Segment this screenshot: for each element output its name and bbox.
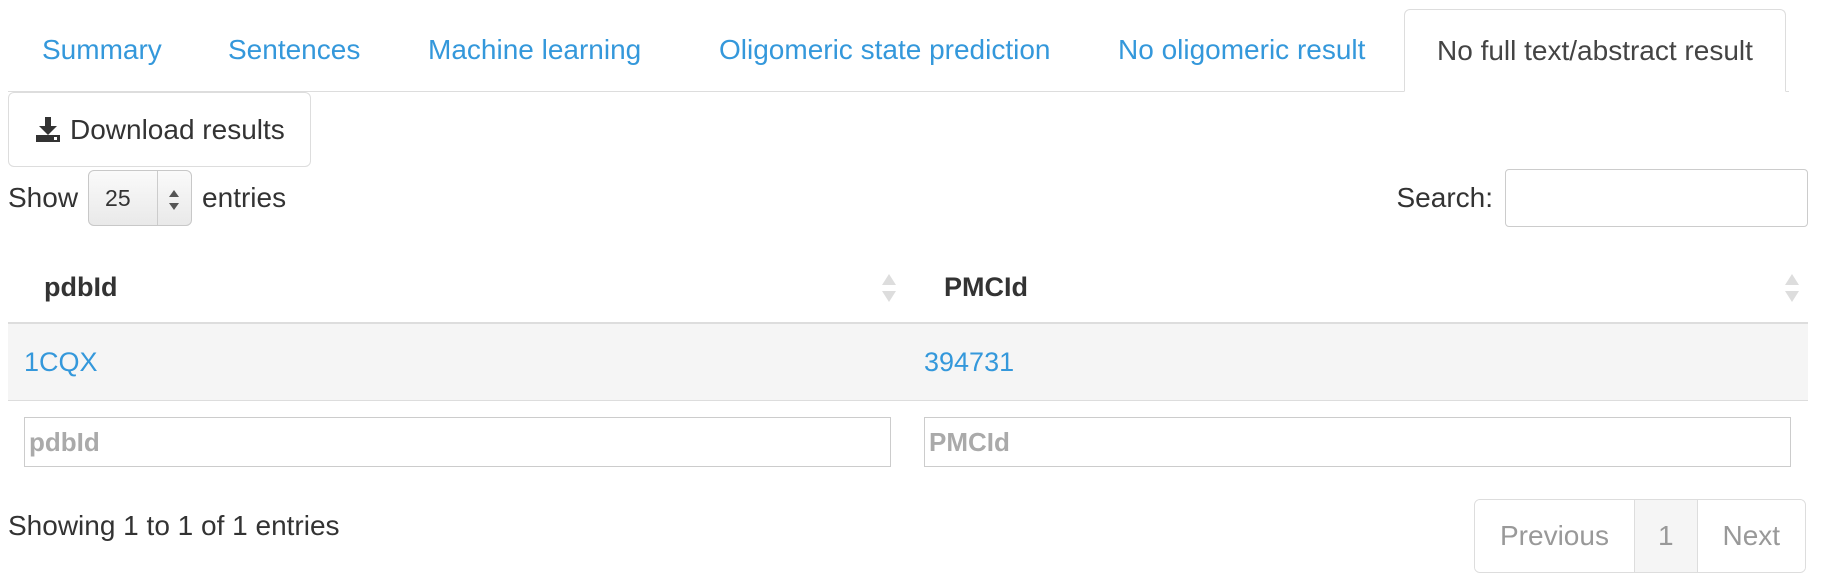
- tab-bar: Summary Sentences Machine learning Oligo…: [8, 9, 1789, 92]
- tab-machine-learning[interactable]: Machine learning: [394, 9, 675, 91]
- sort-icon[interactable]: [881, 272, 897, 304]
- length-control: Show 25 entries: [8, 168, 286, 228]
- entries-per-page-select[interactable]: 25: [88, 170, 193, 226]
- page: Summary Sentences Machine learning Oligo…: [0, 0, 1836, 586]
- download-results-button[interactable]: Download results: [8, 92, 311, 167]
- entries-per-page-value: 25: [105, 184, 131, 211]
- tab-no-full-text-abstract-result[interactable]: No full text/abstract result: [1404, 9, 1786, 92]
- pdbid-link[interactable]: 1CQX: [24, 324, 98, 400]
- pagination: Previous 1 Next: [1474, 499, 1807, 573]
- pdbid-filter-input[interactable]: [24, 417, 891, 467]
- column-header-pmcid[interactable]: PMCId: [944, 252, 1028, 322]
- entries-label: entries: [202, 182, 287, 213]
- download-icon: [34, 116, 62, 143]
- previous-page-button[interactable]: Previous: [1475, 500, 1634, 572]
- select-arrows-icon: [167, 187, 181, 211]
- tab-oligomeric-state-prediction[interactable]: Oligomeric state prediction: [685, 9, 1084, 91]
- show-label: Show: [8, 182, 79, 213]
- download-results-label: Download results: [70, 113, 285, 145]
- page-1-button[interactable]: 1: [1633, 500, 1697, 572]
- pmcid-filter-input[interactable]: [924, 417, 1791, 467]
- tab-sentences[interactable]: Sentences: [194, 9, 394, 91]
- sort-icon[interactable]: [1784, 272, 1800, 304]
- table-info: Showing 1 to 1 of 1 entries: [8, 510, 340, 541]
- table-row: 1CQX 394731: [8, 324, 1808, 401]
- search-input[interactable]: [1505, 169, 1808, 227]
- pmcid-link[interactable]: 394731: [924, 324, 1014, 400]
- next-page-button[interactable]: Next: [1696, 500, 1806, 572]
- tab-no-oligomeric-result[interactable]: No oligomeric result: [1084, 9, 1399, 91]
- search-control: Search:: [1396, 168, 1808, 228]
- tab-summary[interactable]: Summary: [8, 9, 196, 91]
- select-divider: [157, 171, 159, 225]
- column-filter-row: [8, 401, 1808, 469]
- results-table: pdbId PMCId 1CQX 394731: [8, 252, 1808, 469]
- column-header-pdbid[interactable]: pdbId: [44, 252, 117, 322]
- table-header: pdbId PMCId: [8, 252, 1808, 324]
- search-label: Search:: [1396, 182, 1494, 213]
